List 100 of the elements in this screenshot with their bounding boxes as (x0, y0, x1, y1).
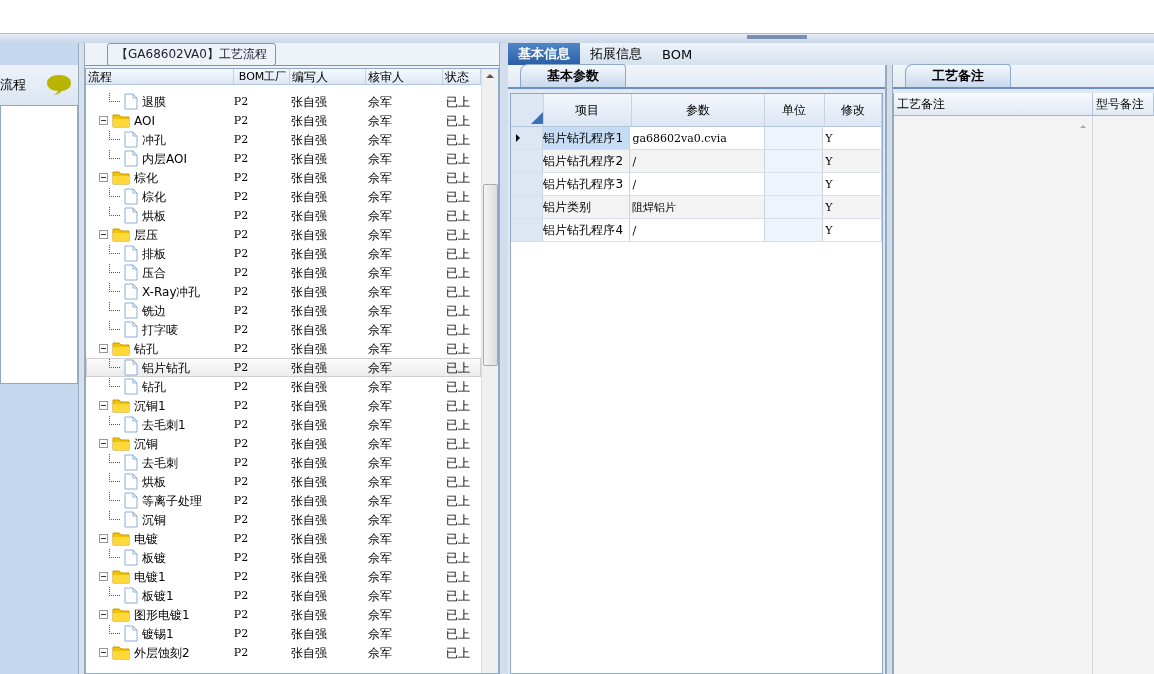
tree-row[interactable]: 沉铜 P2 张自强 佘军 已上 (86, 510, 481, 529)
table-cell-text: 已上 (445, 283, 472, 300)
table-cell-text: 已上 (445, 321, 472, 338)
tree-row[interactable]: 烘板 P2 张自强 佘军 已上 (86, 472, 481, 491)
table-cell-text: P2 (232, 587, 250, 604)
table-cell-text: 佘军 (366, 283, 393, 300)
table-cell-text: 佘军 (366, 226, 393, 243)
tree-row[interactable]: 钻孔 P2 张自强 佘军 已上 (86, 339, 481, 358)
tree-row[interactable]: 等离子处理 P2 张自强 佘军 已上 (86, 491, 481, 510)
table-cell-text: 已上 (445, 93, 472, 110)
column-header[interactable]: BOM工厂 (234, 69, 291, 84)
tree-row[interactable]: 打字唛 P2 张自强 佘军 已上 (86, 320, 481, 339)
tree-row[interactable]: 铣边 P2 张自强 佘军 已上 (86, 301, 481, 320)
table-cell-text: 佘军 (366, 473, 393, 490)
table-cell-text: 已上 (445, 340, 472, 357)
column-header[interactable]: 核审人 (365, 69, 444, 84)
collapse-icon[interactable] (99, 401, 108, 410)
table-cell-text: 佘军 (366, 378, 393, 395)
tree-row[interactable]: 压合 P2 张自强 佘军 已上 (86, 263, 481, 282)
tree-row[interactable]: X-Ray冲孔 P2 张自强 佘军 已上 (86, 282, 481, 301)
table-cell-text: 佘军 (366, 93, 393, 110)
tree-row[interactable]: AOI P2 张自强 佘军 已上 (86, 111, 481, 130)
splitter-bar[interactable] (0, 33, 1154, 43)
document-icon (124, 150, 138, 167)
table-cell-text: 已上 (445, 625, 472, 642)
tab[interactable]: 拓展信息 (580, 43, 652, 65)
table-cell-text: 张自强 (290, 112, 329, 129)
column-header[interactable]: 工艺备注 (894, 93, 1093, 115)
column-header[interactable]: 参数 (631, 94, 766, 126)
tree-row[interactable]: 板镀1 P2 张自强 佘军 已上 (86, 586, 481, 605)
column-header[interactable]: 编写人 (290, 69, 366, 84)
table-cell-text: P2 (232, 93, 250, 110)
table-cell-text: 佘军 (366, 359, 393, 376)
table-cell-text: 已上 (445, 606, 472, 623)
scrollbar[interactable] (481, 69, 498, 673)
collapse-icon[interactable] (99, 116, 108, 125)
collapse-icon[interactable] (99, 610, 108, 619)
collapse-icon[interactable] (99, 439, 108, 448)
table-cell-text: 佘军 (366, 644, 393, 661)
column-header[interactable]: 型号备注 (1093, 93, 1154, 115)
tab[interactable]: BOM (652, 43, 703, 65)
row-header[interactable] (511, 127, 544, 149)
table-cell-text: 张自强 (290, 131, 329, 148)
tree-row[interactable]: 沉铜1 P2 张自强 佘军 已上 (86, 396, 481, 415)
table-cell-text: P2 (232, 207, 250, 224)
table-cell-text: 张自强 (290, 473, 329, 490)
tree-row[interactable]: 板镀 P2 张自强 佘军 已上 (86, 548, 481, 567)
tree-row[interactable]: 电镀 P2 张自强 佘军 已上 (86, 529, 481, 548)
tree-row[interactable]: 钻孔 P2 张自强 佘军 已上 (86, 377, 481, 396)
table-cell-text: P2 (232, 644, 250, 661)
column-header[interactable]: 流程 (86, 69, 235, 84)
table-cell-text: 张自强 (290, 264, 329, 281)
corner-header[interactable] (511, 94, 544, 126)
table-cell-text: 已上 (445, 530, 472, 547)
tree-row[interactable]: 外层蚀刻2 P2 张自强 佘军 已上 (86, 643, 481, 662)
tree-row[interactable]: 内层AOI P2 张自强 佘军 已上 (86, 149, 481, 168)
tree-row[interactable]: 烘板 P2 张自强 佘军 已上 (86, 206, 481, 225)
collapse-icon[interactable] (99, 572, 108, 581)
document-icon (124, 188, 138, 205)
tree-row[interactable]: 去毛刺 P2 张自强 佘军 已上 (86, 453, 481, 472)
document-icon (124, 359, 138, 376)
tree-row[interactable]: 冲孔 P2 张自强 佘军 已上 (86, 130, 481, 149)
table-cell-text: 张自强 (290, 169, 329, 186)
step-name: AOI (134, 112, 155, 129)
tree-row[interactable]: 镀锡1 P2 张自强 佘军 已上 (86, 624, 481, 643)
tab[interactable]: 基本信息 (508, 43, 580, 65)
collapse-icon[interactable] (99, 344, 108, 353)
tree-row[interactable]: 退膜 P2 张自强 佘军 已上 (86, 92, 481, 111)
folder-icon (112, 531, 130, 546)
table-cell-text: P2 (232, 245, 250, 262)
tree-row[interactable]: 沉铜 P2 张自强 佘军 已上 (86, 434, 481, 453)
tree-row[interactable]: 排板 P2 张自强 佘军 已上 (86, 244, 481, 263)
column-header[interactable]: 修改 (824, 94, 882, 126)
tree-row[interactable]: 层压 P2 张自强 佘军 已上 (86, 225, 481, 244)
tree-row[interactable]: 图形电镀1 P2 张自强 佘军 已上 (86, 605, 481, 624)
column-header[interactable]: 项目 (543, 94, 632, 126)
tab[interactable]: 基本参数 (520, 64, 626, 87)
collapse-icon[interactable] (99, 173, 108, 182)
tab[interactable]: 工艺备注 (905, 64, 1011, 87)
column-header[interactable]: 单位 (765, 94, 825, 126)
collapse-icon[interactable] (99, 230, 108, 239)
document-icon (124, 93, 138, 110)
table-cell-text: 佘军 (366, 530, 393, 547)
table-cell-text: 张自强 (290, 321, 329, 338)
tree-row[interactable]: 棕化 P2 张自强 佘军 已上 (86, 168, 481, 187)
table-cell: / (630, 150, 765, 172)
table-cell-text: P2 (232, 321, 250, 338)
tree-row[interactable]: 去毛刺1 P2 张自强 佘军 已上 (86, 415, 481, 434)
tree-row[interactable]: 棕化 P2 张自强 佘军 已上 (86, 187, 481, 206)
step-name: 去毛刺1 (142, 416, 186, 433)
tree-row[interactable]: 铝片钻孔 P2 张自强 佘军 已上 (86, 358, 481, 377)
table-cell-text: 佘军 (366, 492, 393, 509)
collapse-icon[interactable] (99, 648, 108, 657)
table-cell-text: 张自强 (290, 568, 329, 585)
step-name: 镀锡1 (142, 625, 174, 642)
table-cell-text: 张自强 (290, 150, 329, 167)
table-cell-text: P2 (232, 283, 250, 300)
tree-row[interactable]: 电镀1 P2 张自强 佘军 已上 (86, 567, 481, 586)
collapse-icon[interactable] (99, 534, 108, 543)
scroll-thumb[interactable] (483, 184, 498, 366)
